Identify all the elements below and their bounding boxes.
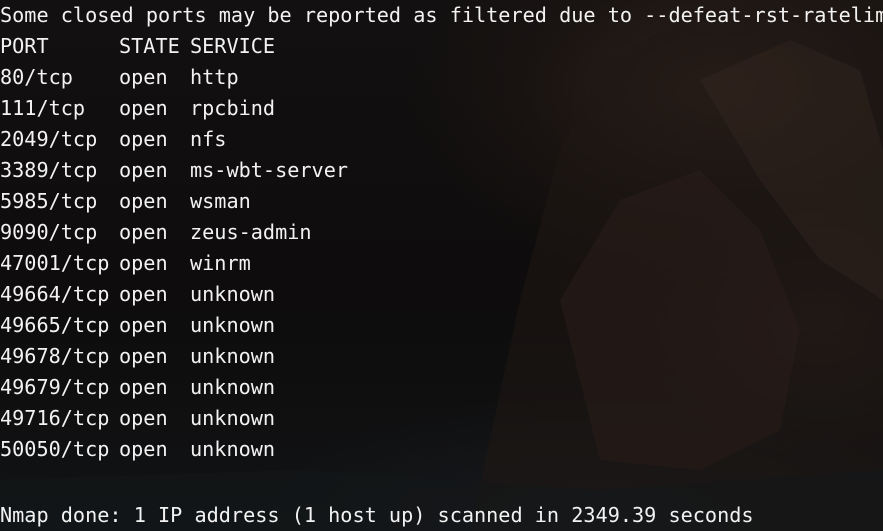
table-row: 49664/tcp open unknown [0, 279, 883, 310]
service-cell: http [190, 65, 239, 89]
table-row: 49678/tcp open unknown [0, 341, 883, 372]
state-cell: open [119, 96, 168, 120]
service-cell: unknown [190, 282, 276, 306]
state-cell: open [119, 282, 168, 306]
state-cell: open [119, 344, 168, 368]
table-row: 5985/tcp open wsman [0, 186, 883, 217]
table-row: 47001/tcp open winrm [0, 248, 883, 279]
table-row: 2049/tcp open nfs [0, 124, 883, 155]
port-cell: 80/tcp [0, 65, 73, 89]
port-cell: 111/tcp [0, 96, 86, 120]
port-cell: 9090/tcp [0, 220, 98, 244]
state-cell: open [119, 251, 168, 275]
state-cell: open [119, 406, 168, 430]
service-cell: ms-wbt-server [190, 158, 349, 182]
table-row: 49679/tcp open unknown [0, 372, 883, 403]
state-cell: open [119, 313, 168, 337]
state-cell: open [119, 375, 168, 399]
service-cell: wsman [190, 189, 251, 213]
port-cell: 49664/tcp [0, 282, 110, 306]
port-cell: 49716/tcp [0, 406, 110, 430]
service-cell: unknown [190, 437, 276, 461]
service-cell: unknown [190, 375, 276, 399]
state-cell: open [119, 65, 168, 89]
service-cell: unknown [190, 344, 276, 368]
service-cell: unknown [190, 406, 276, 430]
state-cell: open [119, 220, 168, 244]
state-cell: open [119, 127, 168, 151]
warning-line: Some closed ports may be reported as fil… [0, 3, 883, 27]
table-row: 49665/tcp open unknown [0, 310, 883, 341]
service-cell: winrm [190, 251, 251, 275]
port-cell: 49679/tcp [0, 375, 110, 399]
table-row: 3389/tcp open ms-wbt-server [0, 155, 883, 186]
terminal-output: Some closed ports may be reported as fil… [0, 0, 883, 531]
summary-line: Nmap done: 1 IP address (1 host up) scan… [0, 503, 754, 527]
port-cell: 50050/tcp [0, 437, 110, 461]
port-cell: 2049/tcp [0, 127, 98, 151]
port-cell: 49665/tcp [0, 313, 110, 337]
service-cell: nfs [190, 127, 227, 151]
table-header-row: PORT STATE SERVICE [0, 31, 883, 62]
state-column-header: STATE [119, 34, 180, 58]
port-column-header: PORT [0, 34, 49, 58]
table-row: 80/tcp open http [0, 62, 883, 93]
state-cell: open [119, 158, 168, 182]
state-cell: open [119, 189, 168, 213]
state-cell: open [119, 437, 168, 461]
table-row: 111/tcp open rpcbind [0, 93, 883, 124]
terminal-window[interactable]: Some closed ports may be reported as fil… [0, 0, 883, 531]
port-cell: 49678/tcp [0, 344, 110, 368]
port-cell: 3389/tcp [0, 158, 98, 182]
service-cell: zeus-admin [190, 220, 312, 244]
port-cell: 47001/tcp [0, 251, 110, 275]
port-cell: 5985/tcp [0, 189, 98, 213]
service-column-header: SERVICE [190, 34, 276, 58]
service-cell: unknown [190, 313, 276, 337]
table-row: 50050/tcp open unknown [0, 434, 883, 465]
service-cell: rpcbind [190, 96, 276, 120]
table-row: 9090/tcp open zeus-admin [0, 217, 883, 248]
table-row: 49716/tcp open unknown [0, 403, 883, 434]
